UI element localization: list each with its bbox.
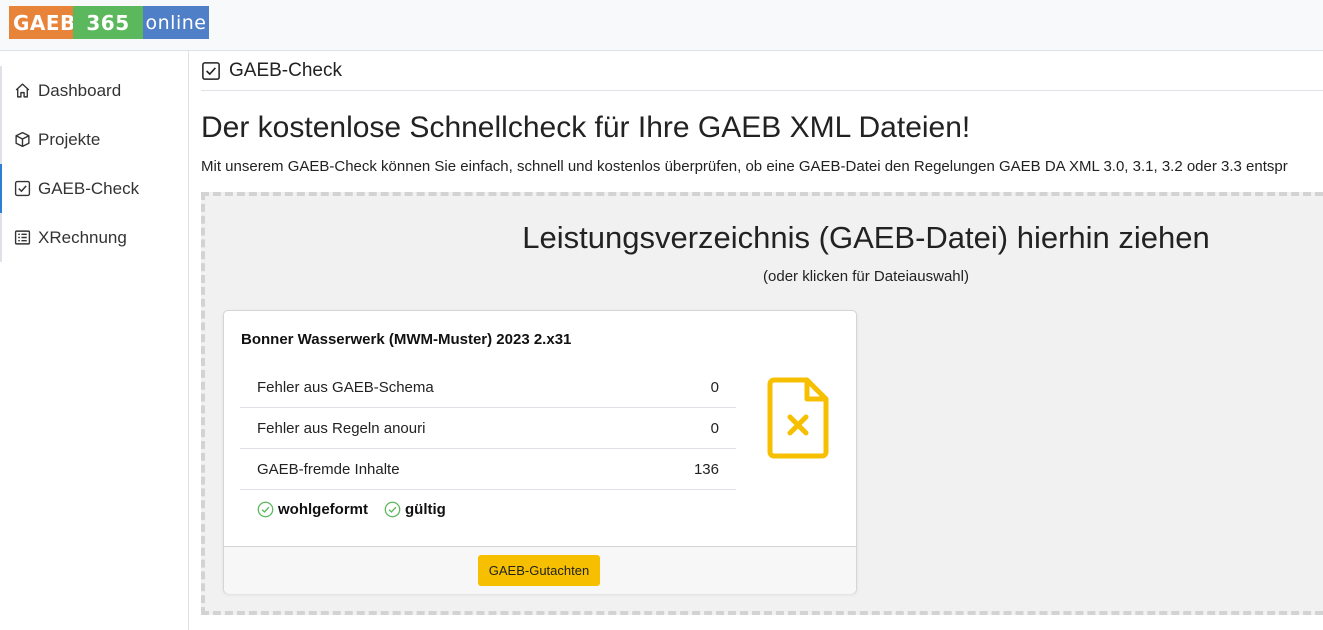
valid-label: gültig	[405, 501, 446, 518]
row-label: Fehler aus Regeln anouri	[257, 419, 426, 437]
page-title: GAEB-Check	[229, 59, 342, 81]
row-value: 0	[710, 378, 719, 396]
sidebar-item-label: Dashboard	[38, 80, 122, 100]
validity-status: wohlgeformt gültig	[257, 501, 446, 518]
check-circle-icon	[257, 501, 274, 518]
logo-part-online: online	[143, 6, 209, 39]
table-row: Fehler aus GAEB-Schema 0	[240, 367, 736, 408]
gaeb-gutachten-button[interactable]: GAEB-Gutachten	[478, 555, 600, 586]
headline: Der kostenlose Schnellcheck für Ihre GAE…	[201, 111, 971, 144]
wellformed-label: wohlgeformt	[278, 501, 368, 518]
row-value: 0	[710, 419, 719, 437]
row-value: 136	[693, 460, 719, 478]
logo-part-365: 365	[73, 6, 143, 39]
sidebar-item-gaeb-check[interactable]: GAEB-Check	[0, 164, 188, 213]
section-header: GAEB-Check	[201, 51, 1323, 91]
receipt-icon	[14, 229, 32, 247]
app-logo[interactable]: GAEB 365 online	[9, 6, 209, 39]
box-icon	[14, 131, 32, 149]
sidebar-item-label: Projekte	[38, 129, 101, 149]
dropzone-title: Leistungsverzeichnis (GAEB-Datei) hierhi…	[522, 220, 1210, 255]
house-icon	[14, 82, 32, 100]
file-dropzone[interactable]: Leistungsverzeichnis (GAEB-Datei) hierhi…	[201, 192, 1323, 615]
file-x-icon	[767, 376, 831, 460]
description: Mit unserem GAEB-Check können Sie einfac…	[201, 158, 1288, 175]
sidebar-item-xrechnung[interactable]: XRechnung	[0, 213, 188, 262]
sidebar: Dashboard Projekte GAEB-Check XRechnung	[0, 51, 189, 630]
table-row: GAEB-fremde Inhalte 136	[240, 449, 736, 490]
logo-part-gaeb: GAEB	[9, 6, 75, 39]
check-square-icon	[201, 61, 221, 81]
row-label: GAEB-fremde Inhalte	[257, 460, 400, 478]
sidebar-item-label: GAEB-Check	[38, 178, 140, 198]
check-circle-icon	[384, 501, 401, 518]
card-footer: GAEB-Gutachten	[224, 546, 856, 594]
top-bar: GAEB 365 online	[0, 0, 1323, 51]
dropzone-subtitle: (oder klicken für Dateiauswahl)	[763, 268, 969, 285]
result-card: Bonner Wasserwerk (MWM-Muster) 2023 2.x3…	[223, 310, 857, 594]
file-name: Bonner Wasserwerk (MWM-Muster) 2023 2.x3…	[241, 331, 572, 348]
table-row: Fehler aus Regeln anouri 0	[240, 408, 736, 449]
main-content: GAEB-Check Der kostenlose Schnellcheck f…	[201, 51, 1323, 630]
sidebar-item-dashboard[interactable]: Dashboard	[0, 66, 188, 115]
sidebar-item-label: XRechnung	[38, 227, 127, 247]
row-label: Fehler aus GAEB-Schema	[257, 378, 434, 396]
sidebar-item-projekte[interactable]: Projekte	[0, 115, 188, 164]
check-square-icon	[14, 180, 32, 198]
